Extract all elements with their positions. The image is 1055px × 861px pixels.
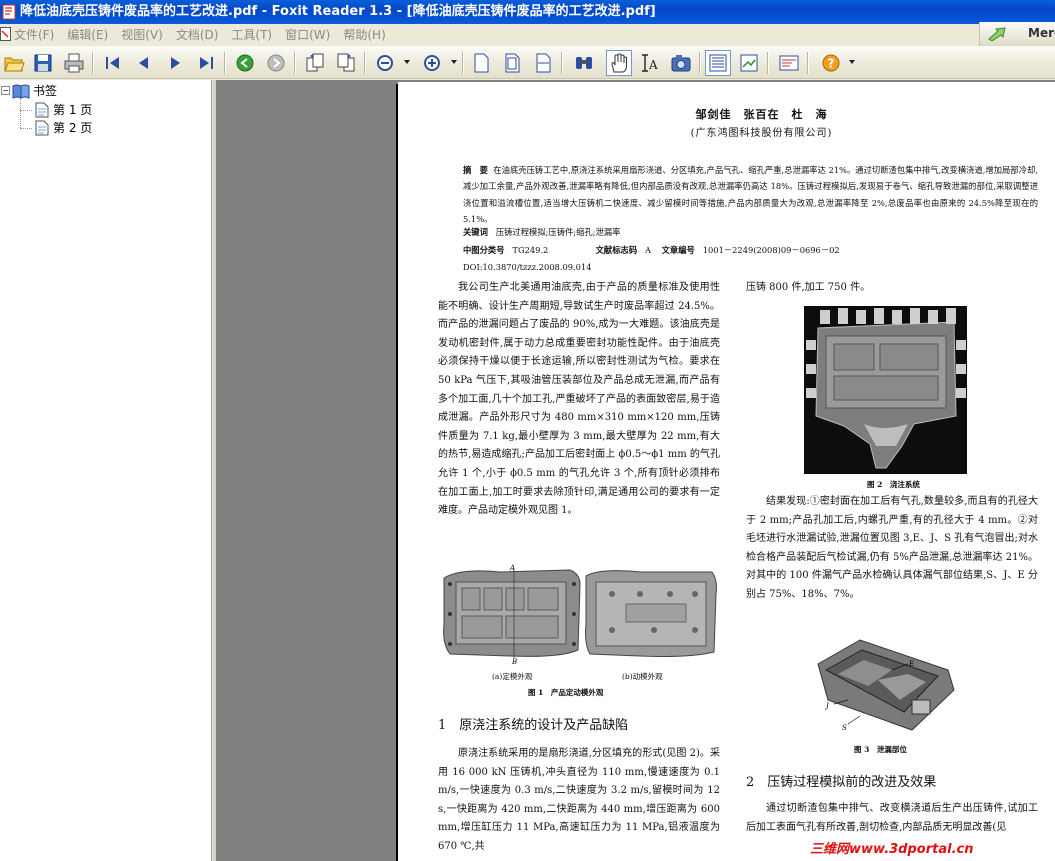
prev-page-icon[interactable] [131, 50, 157, 76]
merge-button[interactable]: Merge [979, 22, 1055, 46]
menu-tools[interactable]: 工具(T) [231, 26, 272, 43]
bookmark-root-label: 书签 [33, 84, 58, 98]
fit-page-icon[interactable] [499, 50, 525, 76]
toolbar-separator [462, 52, 464, 74]
continuous-icon[interactable] [705, 50, 731, 76]
forward-icon[interactable] [263, 50, 289, 76]
paper-authors: 邹剑佳 张百在 杜 海 [695, 108, 828, 121]
toolbar-separator [294, 52, 296, 74]
bookmark-page-1[interactable]: 第 1 页 [34, 101, 92, 118]
zoom-in-icon[interactable] [419, 50, 445, 76]
rotate-left-icon[interactable] [302, 50, 328, 76]
tree-line [20, 110, 32, 111]
fig3-label-s: S [842, 724, 847, 732]
toolbar-separator [767, 52, 769, 74]
fig1-moving-mold-image [585, 570, 717, 657]
open-icon[interactable] [1, 50, 27, 76]
figure-3-image: E J S [808, 630, 958, 736]
zoom-out-dropdown-icon[interactable] [404, 60, 410, 64]
document-menu-icon[interactable] [0, 27, 12, 41]
bookmark-label: 第 2 页 [53, 121, 93, 135]
abstract: 摘 要 在油底壳压铸工艺中,原浇注系统采用扇形浇道、分区填充,产品气孔、缩孔严重… [463, 162, 1038, 228]
menu-document[interactable]: 文档(D) [176, 26, 219, 43]
tree-line [20, 128, 32, 129]
classification-line: 中图分类号 TG249.2 文献标志码 A 文章编号 1001－2249(200… [463, 245, 840, 255]
back-icon[interactable] [232, 50, 258, 76]
section-1-heading: 1 原浇注系统的设计及产品缺陷 [438, 718, 629, 733]
fig1-sub-a: (a)定模外观 [492, 672, 533, 681]
tree-line [20, 94, 21, 128]
menu-help[interactable]: 帮助(H) [343, 26, 385, 43]
intro-paragraph: 我公司生产北美通用油底壳,由于产品的质量标准及使用性能不明确、设计生产周期短,导… [438, 282, 720, 517]
fig1-sub-b: (b)动模外观 [622, 672, 663, 681]
paper-affiliation: (广东鸿图科技股份有限公司) [690, 128, 833, 139]
page-icon [35, 120, 49, 135]
next-page-icon[interactable] [162, 50, 188, 76]
foxit-app-icon [2, 4, 16, 20]
site-watermark: 三维网www.3dportal.cn [806, 838, 1055, 861]
results-paragraph: 结果发现:①密封面在加工后有气孔,数量较多,而且有的孔径大于 2 mm;产品孔加… [746, 496, 1038, 600]
menu-edit[interactable]: 编辑(E) [67, 26, 108, 43]
menu-file[interactable]: 文件(F) [14, 26, 54, 43]
find-icon[interactable] [571, 50, 597, 76]
page-icon [35, 102, 49, 117]
pdf-page[interactable]: 邹剑佳 张百在 杜 海 (广东鸿图科技股份有限公司) 摘 要 在油底壳压铸工艺中… [398, 82, 1055, 861]
svg-text:A: A [648, 58, 658, 72]
first-page-icon[interactable] [100, 50, 126, 76]
bookmarks-panel: − 书签 第 1 页 第 2 页 [0, 80, 212, 861]
section-2-paragraph: 通过切断渣包集中排气、改变横浇道后生产出压铸件,试加工后加工表面气孔有所改善,剖… [746, 803, 1038, 833]
toolbar: A ? [0, 46, 1055, 79]
toolbar-separator [364, 52, 366, 74]
window-title: 降低油底壳压铸件废品率的工艺改进.pdf - Foxit Reader 1.3 … [20, 4, 656, 19]
section-2-heading: 2 压铸过程模拟前的改进及效果 [746, 775, 937, 790]
zoom-out-icon[interactable] [372, 50, 398, 76]
text-select-icon[interactable]: A [637, 50, 663, 76]
abstract-text: 在油底壳压铸工艺中,原浇注系统采用扇形浇道、分区填充,产品气孔、缩孔严重,总泄漏… [463, 165, 1038, 225]
facing-icon[interactable] [736, 50, 762, 76]
rotate-right-icon[interactable] [333, 50, 359, 76]
bookmark-page-2[interactable]: 第 2 页 [34, 119, 92, 136]
help-icon[interactable]: ? [818, 50, 844, 76]
bookmark-book-icon [12, 84, 30, 99]
fig1-marker-a: A [509, 564, 515, 572]
collapse-icon[interactable]: − [1, 86, 10, 95]
menu-bar: 文件(F) 编辑(E) 视图(V) 文档(D) 工具(T) 窗口(W) 帮助(H… [0, 24, 1055, 45]
fig1-marker-b: B [511, 658, 517, 664]
fig2-caption: 图 2 浇注系统 [867, 480, 920, 489]
fig1-fixed-mold-image [443, 569, 581, 657]
figure-1-photo: A B [440, 564, 720, 666]
title-bar: 降低油底壳压铸件废品率的工艺改进.pdf - Foxit Reader 1.3 … [0, 0, 1055, 24]
figure-2-image [804, 306, 967, 474]
toolbar-separator [224, 52, 226, 74]
section-1-paragraph: 原浇注系统采用的是扇形浇道,分区填充的形式(见图 2)。采用 16 000 kN… [438, 748, 720, 852]
menu-window[interactable]: 窗口(W) [285, 26, 330, 43]
fit-width-icon[interactable] [530, 50, 556, 76]
merge-label: Merge [1028, 26, 1055, 40]
right-column-top: 压铸 800 件,加工 750 件。 [746, 282, 871, 293]
last-page-icon[interactable] [193, 50, 219, 76]
fig3-label-e: E [908, 660, 914, 668]
zoom-in-dropdown-icon[interactable] [451, 60, 457, 64]
bookmark-root[interactable]: − 书签 [1, 82, 57, 99]
annotate-icon[interactable] [776, 50, 802, 76]
help-dropdown-icon[interactable] [849, 60, 855, 64]
merge-arrow-icon [988, 27, 1006, 41]
save-icon[interactable] [30, 50, 56, 76]
doi-line: DOI:10.3870/tzzz.2008.09.014 [463, 262, 592, 272]
svg-text:?: ? [828, 57, 835, 71]
hand-tool-icon[interactable] [606, 50, 632, 76]
fig3-caption: 图 3 泄漏部位 [854, 745, 907, 754]
toolbar-separator [561, 52, 563, 74]
abstract-label: 摘 要 [463, 165, 488, 175]
fig1-caption: 图 1 产品定动模外观 [528, 688, 604, 697]
toolbar-separator [807, 52, 809, 74]
toolbar-separator [699, 52, 701, 74]
toolbar-separator [92, 52, 94, 74]
bookmark-label: 第 1 页 [53, 103, 93, 117]
actual-size-icon[interactable] [468, 50, 494, 76]
menu-view[interactable]: 视图(V) [121, 26, 163, 43]
print-icon[interactable] [61, 50, 87, 76]
keywords-line: 关键词 压铸过程模拟;压铸件;缩孔;泄漏率 [463, 227, 621, 237]
snapshot-icon[interactable] [668, 50, 694, 76]
